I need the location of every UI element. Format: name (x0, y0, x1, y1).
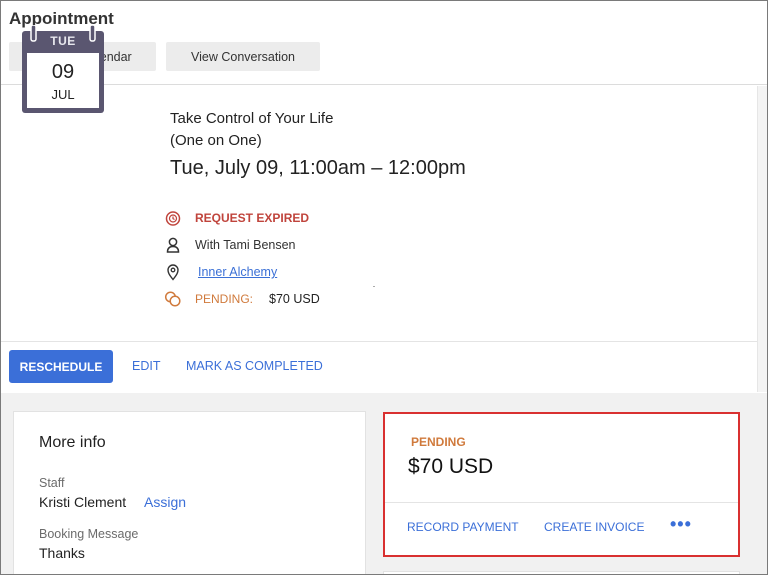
mark-as-completed-button[interactable]: MARK AS COMPLETED (186, 359, 323, 373)
booking-message-value: Thanks (39, 545, 85, 561)
more-options-icon[interactable]: ••• (670, 514, 692, 535)
staff-label: Staff (39, 476, 65, 490)
with-row: With Tami Bensen (164, 236, 296, 254)
clock-alert-icon (164, 209, 182, 227)
appointment-subtitle: (One on One) (170, 132, 262, 149)
person-icon (164, 236, 182, 254)
header: Appointment View on Calendar View Conver… (1, 1, 767, 85)
location-pin-icon (164, 263, 182, 281)
assign-link[interactable]: Assign (144, 494, 186, 510)
payment-card-divider (385, 502, 738, 503)
scrollbar-track[interactable] (757, 86, 767, 392)
payment-card (383, 412, 740, 557)
calendar-month: JUL (51, 87, 75, 102)
coins-icon (164, 290, 182, 308)
with-text: With Tami Bensen (195, 238, 296, 252)
payment-status-text: PENDING: (195, 292, 254, 306)
payment-amount-text: $70 USD (269, 292, 320, 306)
location-row: Inner Alchemy (164, 263, 277, 281)
more-info-title: More info (39, 434, 106, 451)
action-bar (1, 341, 757, 393)
view-conversation-button[interactable]: View Conversation (166, 42, 320, 71)
booking-message-label: Booking Message (39, 527, 139, 541)
appointment-datetime: Tue, July 09, 11:00am – 12:00pm (170, 157, 466, 179)
calendar-icon: TUE 09 JUL (20, 24, 106, 115)
status-row: REQUEST EXPIRED (164, 209, 309, 227)
appointment-window: Appointment View on Calendar View Conver… (0, 0, 768, 575)
staff-value: Kristi Clement (39, 494, 127, 510)
next-card (383, 571, 740, 574)
location-link[interactable]: Inner Alchemy (198, 265, 277, 279)
divider-dot (373, 286, 375, 287)
edit-button[interactable]: EDIT (132, 359, 160, 373)
status-text: REQUEST EXPIRED (195, 211, 310, 225)
payment-row: PENDING: $70 USD (164, 290, 320, 308)
reschedule-button[interactable]: RESCHEDULE (9, 350, 113, 383)
calendar-day: 09 (51, 61, 75, 83)
calendar-day-of-week: TUE (50, 34, 76, 48)
payment-card-amount: $70 USD (408, 455, 494, 478)
create-invoice-button[interactable]: CREATE INVOICE (544, 520, 644, 534)
payment-card-status: PENDING (411, 435, 466, 449)
record-payment-button[interactable]: RECORD PAYMENT (407, 520, 519, 534)
appointment-title: Take Control of Your Life (170, 110, 334, 127)
